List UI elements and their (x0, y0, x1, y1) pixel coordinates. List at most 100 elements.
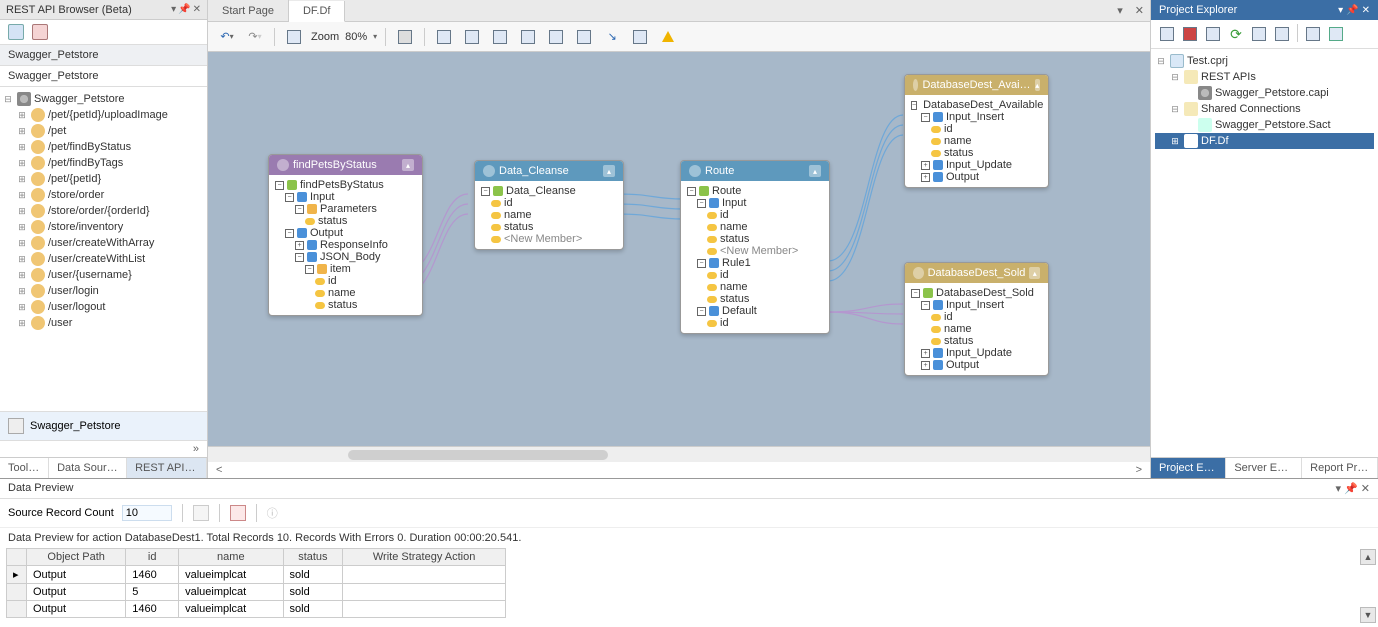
node-route[interactable]: Route ▴ −Route −Input id name status <Ne… (680, 160, 830, 334)
node-header[interactable]: DatabaseDest_Sold ▴ (905, 263, 1048, 283)
table-row[interactable]: Output1460valueimplcatsold (7, 601, 506, 618)
expand-icon[interactable]: ⊞ (16, 222, 28, 233)
layout-btn-3[interactable] (489, 26, 511, 48)
node-header[interactable]: DatabaseDest_Avai… ▴ (905, 75, 1048, 95)
dp-run-icon[interactable] (230, 505, 246, 521)
scroll-arrows[interactable]: » (0, 440, 207, 457)
rt-btn-3[interactable] (1203, 24, 1223, 44)
panel-dropdown-icon[interactable]: ▾ (1338, 5, 1343, 16)
rt-btn-8[interactable] (1326, 24, 1346, 44)
collapse-icon[interactable]: ▴ (603, 165, 615, 177)
dp-info-icon[interactable]: ⓘ (267, 505, 278, 521)
tab-server-explorer[interactable]: Server Explorer (1226, 458, 1302, 478)
layout-btn-2[interactable] (461, 26, 483, 48)
tree-endpoint[interactable]: ⊞/store/order (2, 187, 205, 203)
expand-icon[interactable]: ⊞ (16, 110, 28, 121)
expand-icon[interactable]: ⊞ (16, 142, 28, 153)
panel-pin-icon[interactable]: 📌 (1344, 482, 1358, 495)
breadcrumb-1[interactable]: Swagger_Petstore (0, 45, 207, 66)
proj-shared[interactable]: ⊟Shared Connections (1155, 101, 1374, 117)
tree-endpoint[interactable]: ⊞/user (2, 315, 205, 331)
collapse-icon[interactable]: ▴ (402, 159, 414, 171)
scroll-up-icon[interactable]: ▲ (1360, 549, 1376, 565)
rt-btn-6[interactable] (1272, 24, 1292, 44)
expand-icon[interactable]: ⊞ (16, 206, 28, 217)
tree-endpoint[interactable]: ⊞/store/order/{orderId} (2, 203, 205, 219)
tab-dfdf[interactable]: DF.Df (289, 1, 346, 22)
warning-icon[interactable] (657, 26, 679, 48)
panel-close-icon[interactable]: ✕ (193, 4, 201, 15)
rt-btn-2[interactable] (1180, 24, 1200, 44)
design-canvas[interactable]: findPetsByStatus ▴ −findPetsByStatus −In… (208, 52, 1150, 446)
panel-close-icon[interactable]: ✕ (1361, 482, 1370, 495)
doc-dropdown-icon[interactable]: ▾ (1111, 4, 1129, 17)
dp-v-scrollbar-bottom[interactable]: ▼ (1360, 607, 1376, 623)
panel-dropdown-icon[interactable]: ▾ (171, 4, 176, 15)
src-record-input[interactable] (122, 505, 172, 521)
expand-icon[interactable]: ⊟ (2, 94, 14, 105)
tree-endpoint[interactable]: ⊞/store/inventory (2, 219, 205, 235)
panel-pin-icon[interactable]: 📌 (178, 4, 190, 15)
tree-endpoint[interactable]: ⊞/pet/findByTags (2, 155, 205, 171)
node-header[interactable]: Data_Cleanse ▴ (475, 161, 623, 181)
proj-shared-item[interactable]: Swagger_Petstore.Sact (1155, 117, 1374, 133)
rt-btn-5[interactable] (1249, 24, 1269, 44)
undo-button[interactable]: ↶▾ (216, 26, 238, 48)
print-button[interactable] (394, 26, 416, 48)
fit-button[interactable] (283, 26, 305, 48)
tree-endpoint[interactable]: ⊞/pet/{petId} (2, 171, 205, 187)
table-row[interactable]: Output5valueimplcatsold (7, 584, 506, 601)
settings-icon[interactable] (8, 418, 24, 434)
dp-table[interactable]: Object PathidnamestatusWrite Strategy Ac… (6, 548, 506, 618)
expand-icon[interactable]: ⊞ (16, 286, 28, 297)
layout-btn-4[interactable] (517, 26, 539, 48)
canvas-h-scrollbar[interactable] (208, 446, 1150, 462)
api-tree[interactable]: ⊟ Swagger_Petstore ⊞/pet/{petId}/uploadI… (0, 87, 207, 411)
node-header[interactable]: Route ▴ (681, 161, 829, 181)
node-db-sold[interactable]: DatabaseDest_Sold ▴ −DatabaseDest_Sold −… (904, 262, 1049, 376)
remove-api-icon[interactable] (32, 24, 48, 40)
proj-root[interactable]: ⊟Test.cprj (1155, 53, 1374, 69)
tab-datasource[interactable]: Data Source… (49, 458, 127, 478)
node-findpetsbystatus[interactable]: findPetsByStatus ▴ −findPetsByStatus −In… (268, 154, 423, 316)
layout-btn-7[interactable] (629, 26, 651, 48)
tab-start-page[interactable]: Start Page (208, 0, 289, 21)
node-header[interactable]: findPetsByStatus ▴ (269, 155, 422, 175)
layout-btn-6[interactable] (573, 26, 595, 48)
node-data-cleanse[interactable]: Data_Cleanse ▴ −Data_Cleanse id name sta… (474, 160, 624, 250)
tree-endpoint[interactable]: ⊞/pet/{petId}/uploadImage (2, 107, 205, 123)
expand-icon[interactable]: ⊞ (16, 126, 28, 137)
tab-report-props[interactable]: Report Prope… (1302, 458, 1378, 478)
collapse-icon[interactable]: ▴ (1035, 79, 1040, 91)
layout-btn-1[interactable] (433, 26, 455, 48)
tree-endpoint[interactable]: ⊞/user/createWithList (2, 251, 205, 267)
tree-endpoint[interactable]: ⊞/pet (2, 123, 205, 139)
connection-row[interactable]: Swagger_Petstore (0, 411, 207, 440)
rt-btn-7[interactable] (1303, 24, 1323, 44)
proj-dfdf[interactable]: ⊞DF.Df (1155, 133, 1374, 149)
rt-refresh-icon[interactable]: ⟳ (1226, 24, 1246, 44)
expand-icon[interactable]: ⊞ (16, 270, 28, 281)
doc-close-icon[interactable]: ✕ (1129, 4, 1150, 17)
rt-btn-1[interactable] (1157, 24, 1177, 44)
expand-icon[interactable]: ⊞ (16, 158, 28, 169)
scroll-down-icon[interactable]: ▼ (1360, 607, 1376, 623)
tree-endpoint[interactable]: ⊞/user/{username} (2, 267, 205, 283)
collapse-icon[interactable]: ▴ (1029, 267, 1040, 279)
redo-button[interactable]: ↷▾ (244, 26, 266, 48)
tree-endpoint[interactable]: ⊞/user/login (2, 283, 205, 299)
tab-toolbox[interactable]: Toolbox (0, 458, 49, 478)
add-api-icon[interactable] (8, 24, 24, 40)
tree-root[interactable]: ⊟ Swagger_Petstore (2, 91, 205, 107)
tree-endpoint[interactable]: ⊞/user/logout (2, 299, 205, 315)
expand-icon[interactable]: ⊞ (16, 174, 28, 185)
tab-restapi[interactable]: REST API Br… (127, 458, 207, 478)
zoom-dropdown-icon[interactable]: ▾ (373, 32, 377, 41)
expand-icon[interactable]: ⊞ (16, 238, 28, 249)
panel-pin-icon[interactable]: 📌 (1346, 5, 1358, 16)
tab-project-explorer[interactable]: Project Explo… (1151, 458, 1226, 478)
tree-endpoint[interactable]: ⊞/user/createWithArray (2, 235, 205, 251)
expand-icon[interactable]: ⊞ (16, 190, 28, 201)
project-tree[interactable]: ⊟Test.cprj ⊟REST APIs Swagger_Petstore.c… (1151, 49, 1378, 457)
panel-close-icon[interactable]: ✕ (1362, 5, 1370, 16)
